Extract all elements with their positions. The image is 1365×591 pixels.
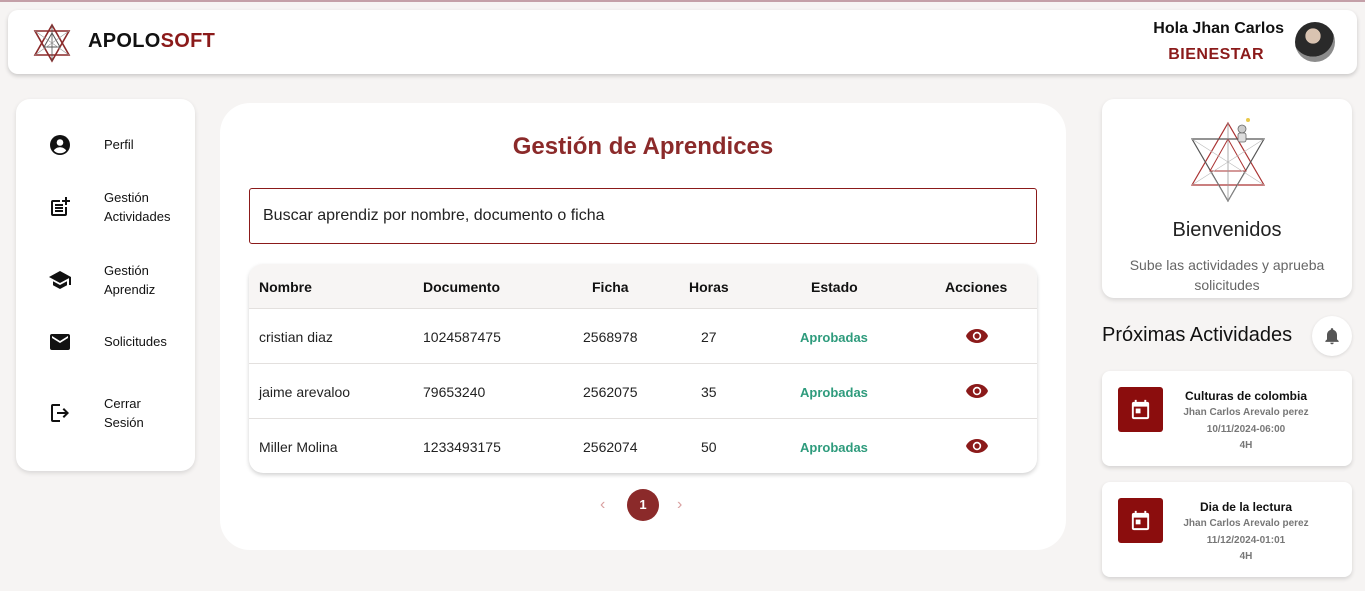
search-input[interactable] [249,188,1037,244]
cell-horas: 35 [701,384,717,400]
cell-horas: 27 [701,329,717,345]
cell-horas: 50 [701,439,717,455]
bell-icon [1325,328,1339,345]
activity-calendar-badge [1118,498,1163,543]
welcome-subtitle: Sube las actividades y aprueba solicitud… [1129,257,1325,293]
school-icon [49,271,71,289]
calendar-icon [1131,399,1150,420]
table-header: Nombre Documento Ficha Horas Estado Acci… [249,264,1037,309]
cell-documento: 79653240 [423,384,486,400]
sidebar-item-label: Gestión Aprendiz [104,263,156,297]
sidebar-item-label: Perfil [104,137,134,152]
view-eye-icon[interactable] [965,436,989,456]
mail-icon [50,334,70,350]
view-eye-icon[interactable] [965,326,989,346]
apolosoft-emblem [1190,118,1266,203]
table-row: cristian diaz 1024587475 2568978 27 Apro… [249,309,1037,364]
sidebar: Perfil Gestión Actividades Gestión Apren… [16,99,195,471]
calendar-icon [1131,510,1150,531]
sidebar-item-cerrar-sesion[interactable]: Cerrar Sesión [16,389,195,439]
activity-date: 11/12/2024-01:01 [1206,535,1286,546]
next-page-button[interactable]: › [677,496,682,514]
brand-name: APOLOSOFT [88,30,215,53]
sidebar-item-gestion-aprendiz[interactable]: Gestión Aprendiz [16,256,195,306]
sidebar-item-label: Gestión Actividades [104,190,171,224]
apolosoft-logo [33,23,71,63]
user-greeting: Hola Jhan Carlos [1153,20,1284,37]
activity-title: Dia de la lectura [1199,500,1293,514]
cell-ficha: 2562075 [583,384,638,400]
column-header-horas: Horas [689,279,729,295]
sidebar-item-label: Cerrar Sesión [104,396,144,430]
brand-part-2: SOFT [160,30,216,52]
page-title: Gestión de Aprendices [512,133,774,160]
status-badge: Aprobadas [800,385,868,400]
sidebar-item-perfil[interactable]: Perfil [16,120,195,170]
apprentices-table: Nombre Documento Ficha Horas Estado Acci… [249,264,1037,473]
sidebar-item-solicitudes[interactable]: Solicitudes [16,317,195,367]
activity-date: 10/11/2024-06:00 [1206,424,1286,435]
prev-page-button[interactable]: ‹ [600,496,605,514]
table-row: Miller Molina 1233493175 2562074 50 Apro… [249,419,1037,473]
logout-icon [51,404,69,422]
notifications-button[interactable] [1312,316,1352,356]
activity-author: Jhan Carlos Arevalo perez [1183,518,1309,529]
cell-documento: 1233493175 [423,439,501,455]
cell-ficha: 2562074 [583,439,638,455]
cell-nombre: Miller Molina [259,439,338,455]
activity-calendar-badge [1118,387,1163,432]
avatar[interactable] [1295,22,1335,62]
sidebar-item-label: Solicitudes [104,334,167,349]
main-panel: Gestión de Aprendices Nombre Documento F… [220,103,1066,550]
welcome-title: Bienvenidos [1172,219,1282,241]
cell-documento: 1024587475 [423,329,501,345]
top-header: APOLOSOFT Hola Jhan Carlos BIENESTAR [8,10,1357,74]
activity-title: Culturas de colombia [1184,389,1308,403]
activity-author: Jhan Carlos Arevalo perez [1183,407,1309,418]
activity-hours: 4H [1239,440,1253,451]
column-header-nombre: Nombre [259,279,312,295]
cell-ficha: 2568978 [583,329,638,345]
upcoming-activities-title: Próximas Actividades [1102,324,1293,346]
cell-nombre: cristian diaz [259,329,333,345]
column-header-estado: Estado [811,279,858,295]
post-add-icon [51,197,70,216]
view-eye-icon[interactable] [965,381,989,401]
activity-card[interactable]: Culturas de colombia Jhan Carlos Arevalo… [1102,371,1352,466]
sidebar-item-gestion-actividades[interactable]: Gestión Actividades [16,183,195,233]
status-badge: Aprobadas [800,440,868,455]
activity-hours: 4H [1239,551,1253,562]
activity-card[interactable]: Dia de la lectura Jhan Carlos Arevalo pe… [1102,482,1352,577]
welcome-card: Bienvenidos Sube las actividades y aprue… [1102,99,1352,298]
column-header-acciones: Acciones [945,279,1008,295]
user-role: BIENESTAR [1168,46,1264,63]
page-1-button[interactable]: 1 [627,489,659,521]
pagination: ‹ 1 › [220,488,1066,522]
column-header-documento: Documento [423,279,500,295]
brand-part-1: APOLO [88,30,161,52]
cell-nombre: jaime arevaloo [259,384,351,400]
column-header-ficha: Ficha [592,279,629,295]
table-row: jaime arevaloo 79653240 2562075 35 Aprob… [249,364,1037,419]
status-badge: Aprobadas [800,330,868,345]
account-circle-icon [50,135,70,155]
